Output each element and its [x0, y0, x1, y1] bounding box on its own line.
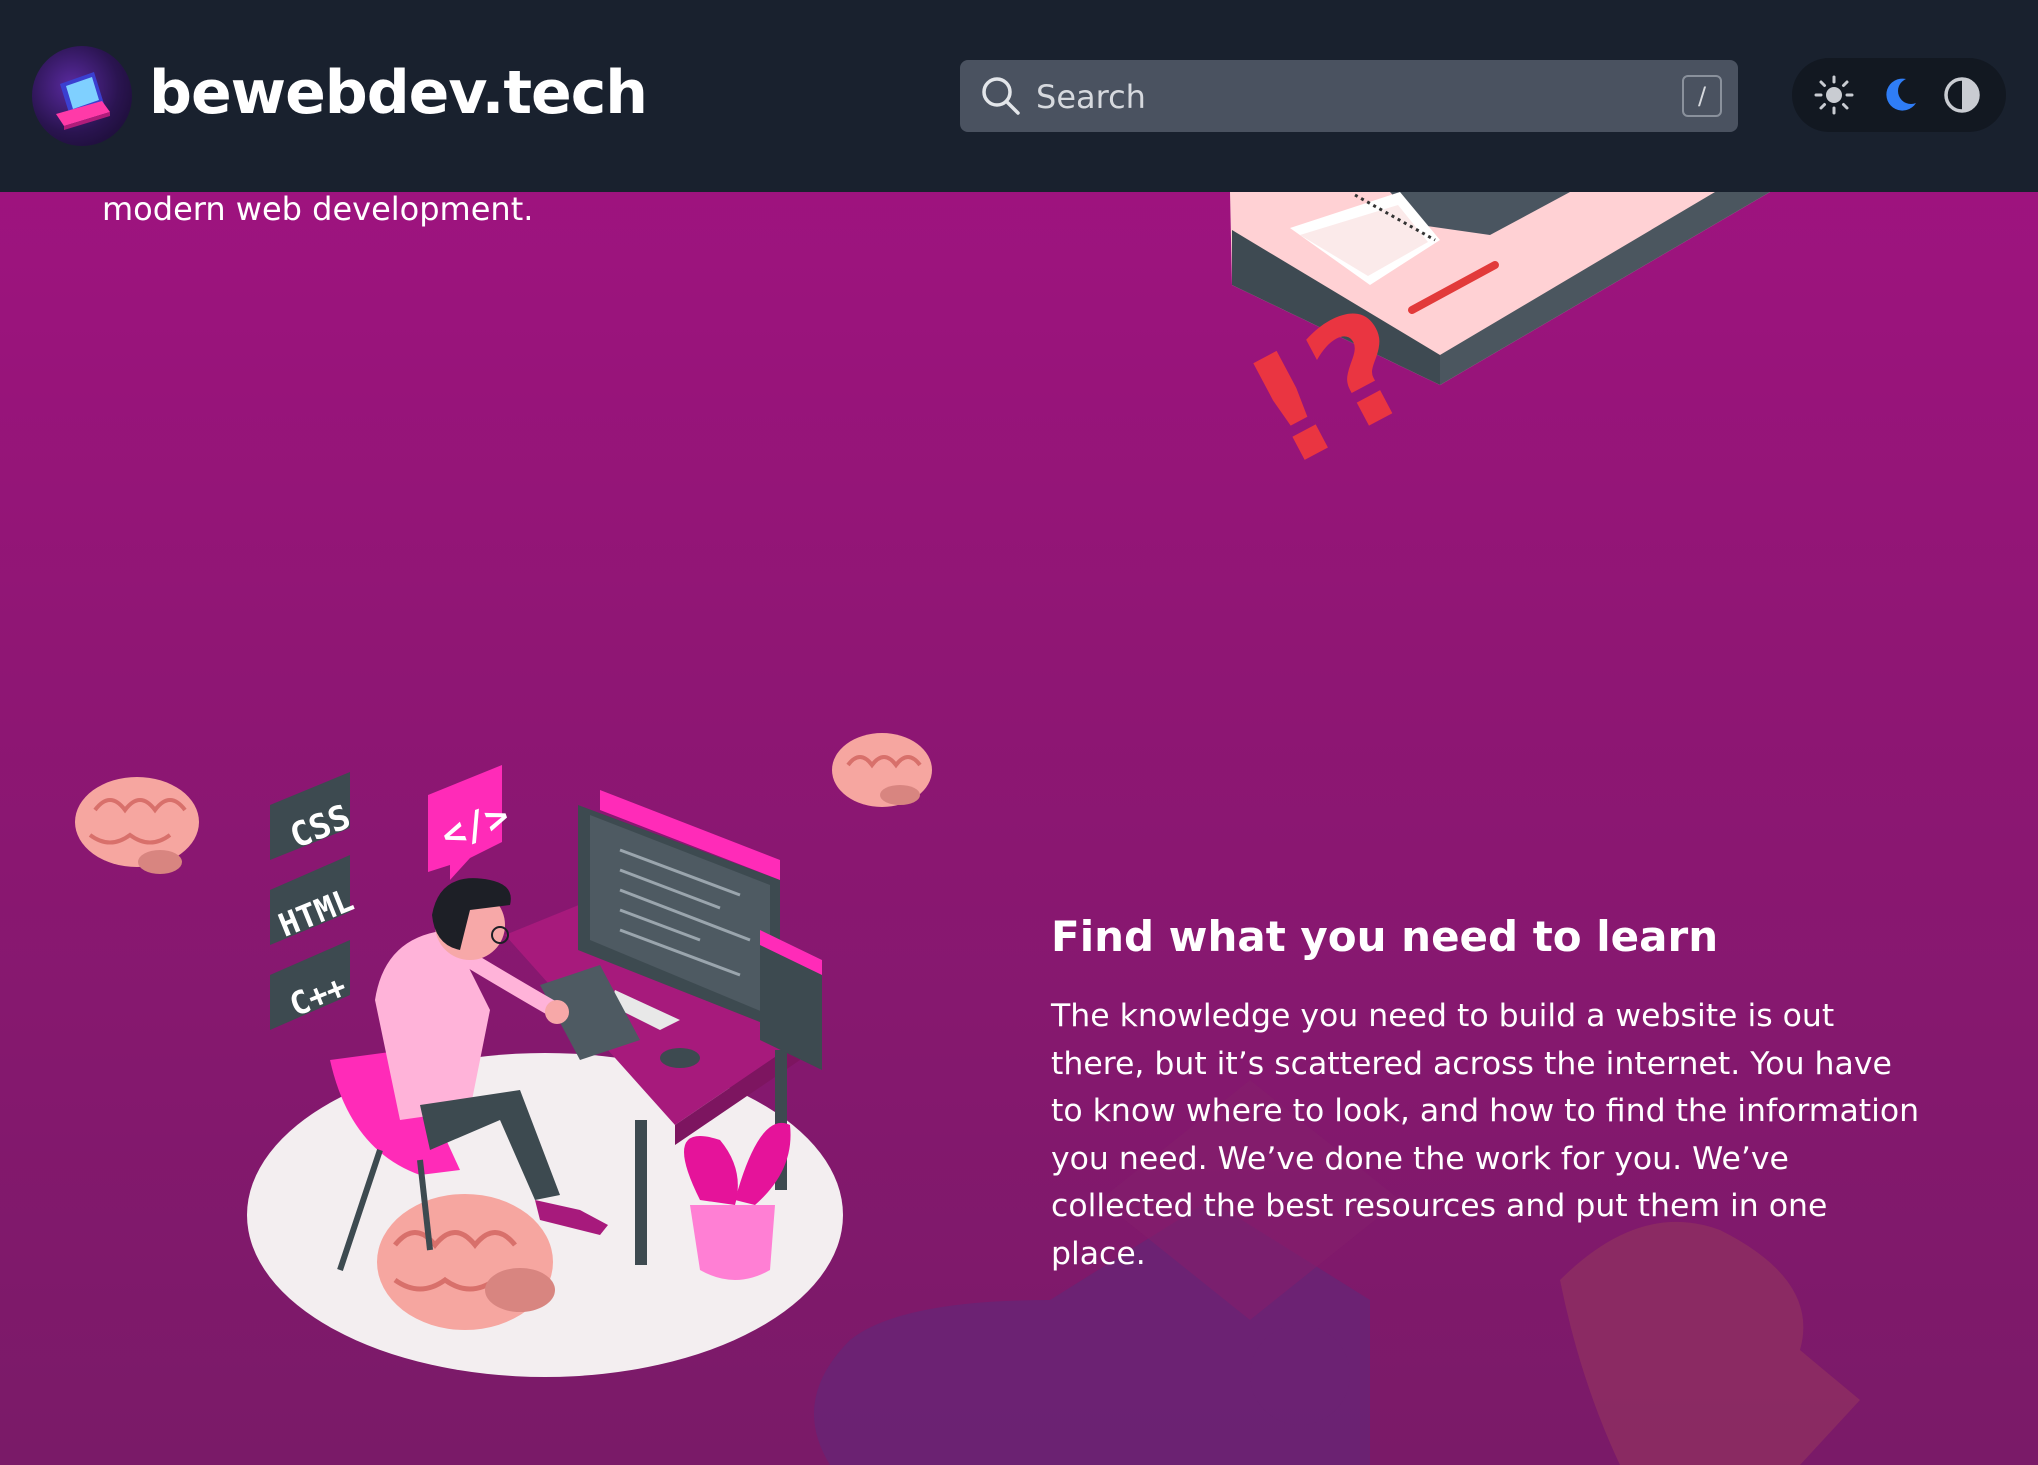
brain-illustration-left [75, 777, 199, 874]
brain-illustration-right [832, 733, 932, 807]
tag-cpp: C++ [270, 940, 352, 1030]
search-input[interactable] [1034, 60, 1638, 134]
moon-icon[interactable] [1876, 71, 1924, 119]
search-icon [982, 77, 1020, 115]
hero-subtitle-tail: modern web development. [102, 190, 534, 228]
code-bubble: </> [428, 765, 515, 880]
computer-logo-icon [56, 72, 110, 130]
section-heading: Find what you need to learn [1051, 912, 1719, 961]
desk-illustration: !? [1221, 192, 1770, 501]
theme-switcher [1792, 58, 2006, 132]
search-shortcut-key: / [1682, 75, 1722, 117]
site-name[interactable]: bewebdev.tech [149, 58, 648, 128]
search-box[interactable]: / [960, 60, 1738, 134]
contrast-icon[interactable] [1938, 71, 1986, 119]
sun-icon[interactable] [1810, 71, 1858, 119]
section-paragraph: The knowledge you need to build a websit… [1051, 998, 1920, 1272]
tag-css: CSS [270, 772, 356, 860]
site-logo[interactable] [32, 46, 132, 146]
top-navigation-bar: bewebdev.tech / [0, 0, 2038, 192]
tag-html: HTML [270, 855, 359, 945]
